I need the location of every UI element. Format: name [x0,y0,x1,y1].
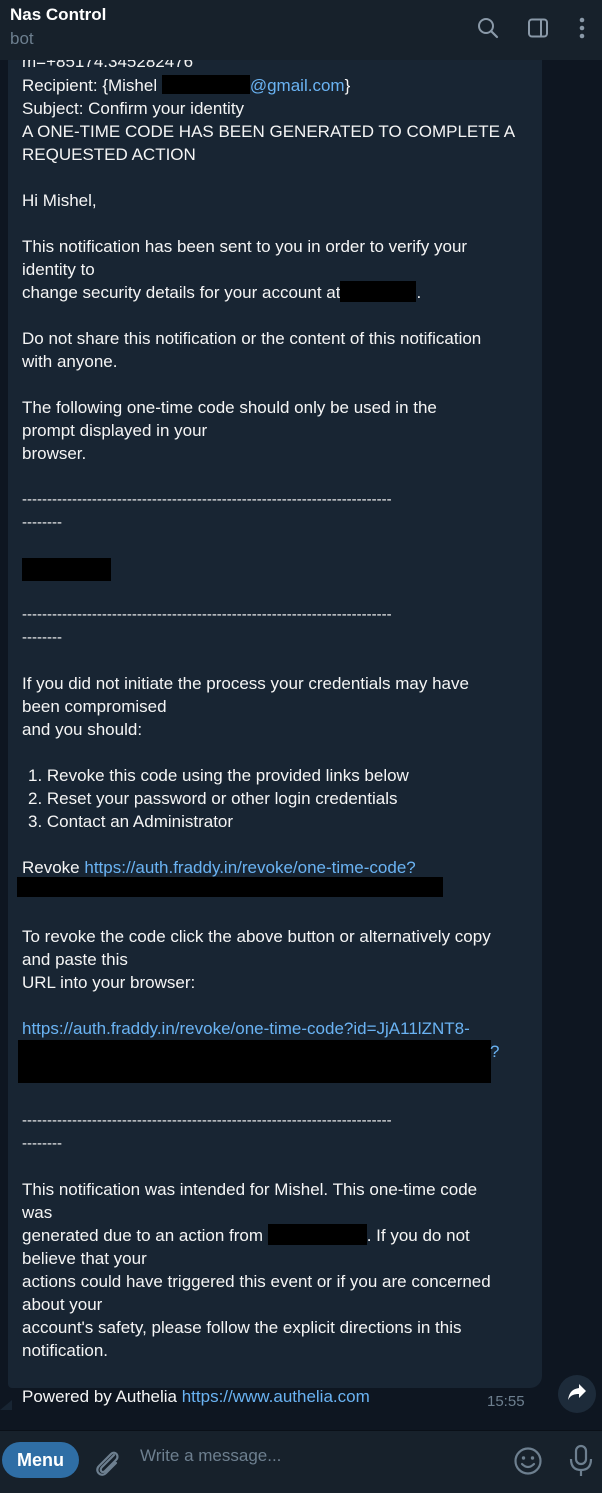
emoji-icon[interactable] [512,1445,544,1477]
revoke-url-link-end[interactable]: ? [490,1040,499,1063]
message-line: This notification has been sent to you i… [22,237,468,256]
redaction-box [161,75,250,94]
sidebar-toggle-icon[interactable] [524,14,552,42]
message-line: change security details for your account… [22,281,421,304]
message-line: Do not share this notification or the co… [22,329,482,348]
action-text: generated due to an action from [22,1226,268,1245]
message-line: Recipient: {Mishel @gmail.com} [22,74,350,97]
revoke-label: Revoke [22,858,85,877]
divider-line: ----------------------------------------… [22,606,392,623]
message-line: generated due to an action from . If you… [22,1224,470,1247]
message-line: Subject: Confirm your identity [22,99,245,118]
message-line: with anyone. [22,352,118,371]
message-time: 15:55 [487,1393,525,1410]
message-line: and you should: [22,720,143,739]
chat-subtitle: bot [10,29,34,48]
more-vertical-icon[interactable] [568,14,596,42]
redaction-box [17,877,443,897]
message-line: A ONE-TIME CODE HAS BEEN GENERATED TO CO… [22,122,516,141]
message-line: believe that your [22,1249,147,1268]
microphone-icon[interactable] [566,1443,596,1479]
recipient-close: } [344,76,351,95]
divider-line: ----------------------------------------… [22,491,392,508]
list-item: 1. Revoke this code using the provided l… [28,766,409,785]
forward-icon [567,1383,587,1406]
message-line: and paste this [22,950,128,969]
chat-title: Nas Control [10,5,107,24]
redaction-box [340,281,417,302]
message-line: browser. [22,444,87,463]
divider-line: -------- [22,1135,62,1152]
revoke-link[interactable]: https://auth.fraddy.in/revoke/one-time-c… [84,858,415,877]
message-line: m=+85174.345282476 [22,60,194,71]
powered-by-label: Powered by Authelia [22,1387,182,1406]
message-line: URL into your browser: [22,973,196,992]
message-composer: Menu Write a message... [0,1430,602,1493]
message-line: Hi Mishel, [22,191,97,210]
chat-header[interactable]: Nas Control bot [0,0,602,60]
recipient-label: Recipient: {Mishel [22,76,162,95]
message-line: been compromised [22,697,167,716]
redaction-box [267,1224,367,1245]
paperclip-icon[interactable] [92,1446,122,1480]
message-line: prompt displayed in your [22,421,208,440]
email-link[interactable]: @gmail.com [250,76,345,95]
message-line: notification. [22,1341,108,1360]
chat-area[interactable]: m=+85174.345282476 Recipient: {Mishel @g… [0,60,602,1430]
one-time-code-redaction [22,558,111,581]
message-line: This notification was intended for Mishe… [22,1180,478,1199]
message-line: account's safety, please follow the expl… [22,1318,462,1337]
message-line: Revoke https://auth.fraddy.in/revoke/one… [22,856,416,879]
revoke-url-link[interactable]: https://auth.fraddy.in/revoke/one-time-c… [22,1017,470,1040]
redaction-box [18,1040,491,1083]
authelia-link[interactable]: https://www.authelia.com [182,1387,370,1406]
bubble-tail [0,1400,12,1410]
divider-line: -------- [22,629,62,646]
message-line: Powered by Authelia https://www.authelia… [22,1385,370,1408]
account-text: change security details for your account… [22,283,341,302]
message-line: To revoke the code click the above butto… [22,927,491,946]
message-line: identity to [22,260,95,279]
list-item: 2. Reset your password or other login cr… [28,789,398,808]
message-input[interactable]: Write a message... [140,1446,480,1474]
forward-button[interactable] [558,1375,596,1413]
divider-line: ----------------------------------------… [22,1112,392,1129]
menu-button[interactable]: Menu [2,1442,79,1478]
message-line: The following one-time code should only … [22,398,437,417]
list-item: 3. Contact an Administrator [28,812,234,831]
account-period: . [416,283,422,302]
message-line: REQUESTED ACTION [22,145,196,164]
message-line: actions could have triggered this event … [22,1272,491,1291]
message-line: was [22,1203,53,1222]
message-line: If you did not initiate the process your… [22,674,469,693]
divider-line: -------- [22,514,62,531]
message-line: about your [22,1295,103,1314]
search-icon[interactable] [474,14,502,42]
action-text-end: . If you do not [366,1226,470,1245]
